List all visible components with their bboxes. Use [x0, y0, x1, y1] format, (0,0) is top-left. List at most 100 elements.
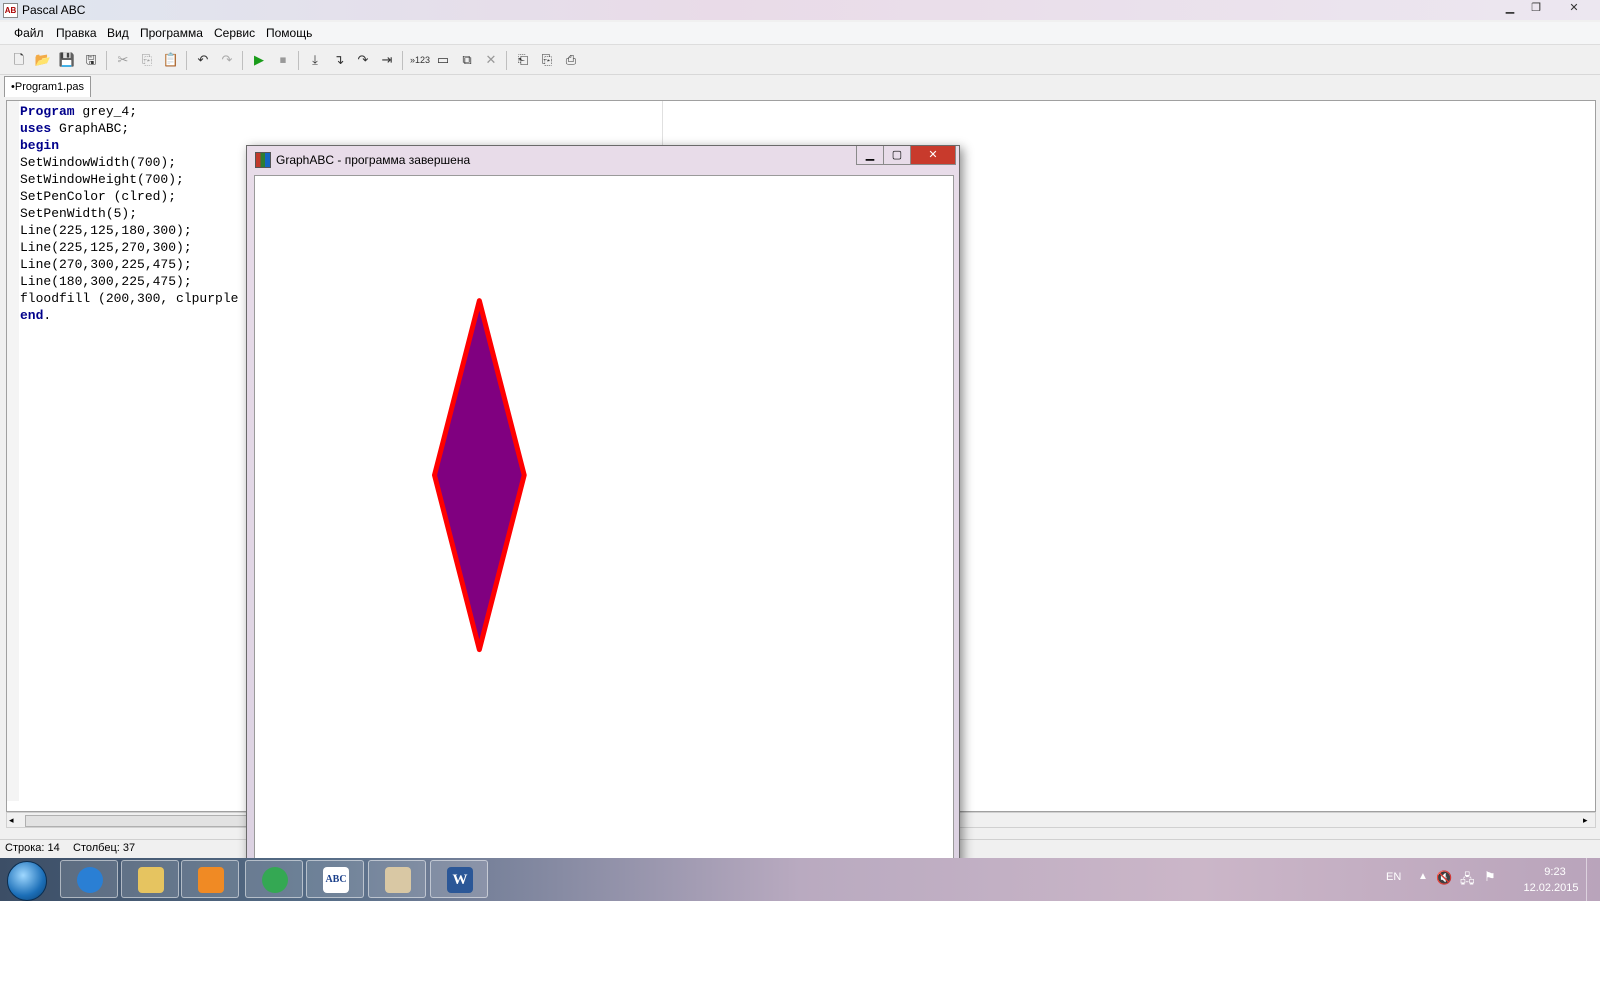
code-line[interactable]: begin [20, 137, 238, 154]
new-file-icon[interactable]: 🗋 [10, 51, 28, 69]
toolbar-separator [506, 51, 507, 70]
network-icon[interactable]: 🖧 [1460, 870, 1475, 892]
code-line[interactable]: Line(180,300,225,475); [20, 273, 238, 290]
code-line[interactable]: SetPenWidth(5); [20, 205, 238, 222]
toolbar-separator [298, 51, 299, 70]
code-text-segment: SetWindowHeight(700); [20, 172, 184, 187]
taskbar-button-explorer[interactable] [121, 860, 179, 898]
graph-minimize-button[interactable]: ▁ [856, 146, 884, 165]
clock-time[interactable]: 9:23 [1525, 866, 1585, 878]
media-player-icon [198, 867, 224, 893]
title-bar[interactable]: AB Pascal ABC ▁ ❐ ✕ [0, 0, 1600, 20]
clock-date[interactable]: 12.02.2015 [1511, 882, 1591, 894]
action-center-flag-icon[interactable]: ⚑ [1484, 869, 1496, 885]
status-row: Строка: 14 [5, 842, 60, 854]
graph-canvas [254, 175, 954, 875]
graph-window-title: GraphABC - программа завершена [276, 153, 471, 167]
code-text-segment: Line(180,300,225,475); [20, 274, 192, 289]
code-text[interactable]: Program grey_4; uses GraphABC; begin SetWin… [20, 103, 238, 324]
code-line[interactable]: SetWindowWidth(700); [20, 154, 238, 171]
pascal-abc-icon: ABC [323, 867, 349, 893]
redo-icon[interactable]: ↷ [218, 51, 236, 69]
undo-icon[interactable]: ↶ [194, 51, 212, 69]
menu-bar: Файл Правка Вид Программа Сервис Помощь [0, 22, 1600, 45]
scrollbar-thumb[interactable] [25, 815, 253, 827]
tab-program1[interactable]: •Program1.pas [4, 76, 91, 97]
file-tabs: •Program1.pas [0, 76, 1600, 98]
menu-file[interactable]: Файл [14, 26, 44, 40]
toolbar-separator [186, 51, 187, 70]
language-indicator[interactable]: EN [1386, 871, 1401, 883]
explorer-icon [138, 867, 164, 893]
paint-icon [385, 867, 411, 893]
window-title: Pascal ABC [22, 3, 86, 17]
menu-edit[interactable]: Правка [56, 26, 97, 40]
save-all-icon[interactable]: 🖫 [82, 51, 100, 69]
step-into-icon[interactable]: ⤓ [306, 51, 324, 69]
code-line[interactable]: Line(225,125,270,300); [20, 239, 238, 256]
graph-maximize-button[interactable]: ▢ [883, 146, 911, 165]
code-text-segment: floodfill (200,300, clpurple [20, 291, 239, 306]
compile-icon[interactable]: ⎘ [538, 51, 556, 69]
save-icon[interactable]: 💾 [58, 51, 76, 69]
maximize-button[interactable]: ❐ [1523, 0, 1549, 17]
stop-icon[interactable]: ⏹ [274, 51, 292, 69]
run-icon[interactable]: ▶ [250, 51, 268, 69]
taskbar-button-paint[interactable] [368, 860, 426, 898]
start-button[interactable] [7, 861, 47, 901]
filled-rhombus [431, 298, 527, 653]
code-line[interactable]: floodfill (200,300, clpurple [20, 290, 238, 307]
ie-icon [77, 867, 103, 893]
code-keyword: end [20, 308, 44, 323]
chrome-icon [262, 867, 288, 893]
code-text-segment: SetWindowWidth(700); [20, 155, 177, 170]
code-keyword: Program [20, 104, 75, 119]
step-out-icon[interactable]: ↷ [354, 51, 372, 69]
copy-icon[interactable]: ⎘ [138, 51, 156, 69]
volume-muted-icon[interactable]: 🔇 [1436, 870, 1452, 886]
code-line[interactable]: SetWindowHeight(700); [20, 171, 238, 188]
taskbar-button-ie[interactable] [60, 860, 118, 898]
code-line[interactable]: Line(270,300,225,475); [20, 256, 238, 273]
taskbar-button-pascal-abc[interactable]: ABC [306, 860, 364, 898]
code-text-segment: grey_4; [74, 104, 138, 119]
code-keyword: begin [20, 138, 60, 153]
graph-title-bar[interactable]: GraphABC - программа завершена ▁ ▢ ✕ [247, 146, 959, 173]
run-to-cursor-icon[interactable]: ⇥ [378, 51, 396, 69]
cut-icon[interactable]: ✂ [114, 51, 132, 69]
menu-view[interactable]: Вид [107, 26, 129, 40]
toolbar-separator [106, 51, 107, 70]
code-text-segment: SetPenWidth(5); [20, 206, 138, 221]
paste-icon[interactable]: 📋 [162, 51, 180, 69]
code-text-segment: Line(225,125,270,300); [20, 240, 192, 255]
code-line[interactable]: end. [20, 307, 238, 324]
menu-help[interactable]: Помощь [266, 26, 312, 40]
code-line[interactable]: Program grey_4; [20, 103, 238, 120]
taskbar-button-word[interactable]: W [430, 860, 488, 898]
graphabc-icon [255, 152, 271, 168]
taskbar-button-chrome[interactable] [245, 860, 303, 898]
taskbar-button-media-player[interactable] [181, 860, 239, 898]
format-code-icon[interactable]: ⎗ [514, 51, 532, 69]
graph-close-button[interactable]: ✕ [910, 146, 956, 165]
show-desktop-button[interactable] [1586, 858, 1600, 901]
code-line[interactable]: uses GraphABC; [20, 120, 238, 137]
code-line[interactable]: Line(225,125,180,300); [20, 222, 238, 239]
code-line[interactable]: SetPenColor (clred); [20, 188, 238, 205]
scroll-right-icon[interactable]: ▸ [1583, 813, 1588, 827]
windows-taskbar: ABC W EN ▲ 🔇 🖧 ⚑ 9:23 12.02.2015 [0, 858, 1600, 901]
scroll-left-icon[interactable]: ◂ [9, 813, 14, 827]
show-hidden-icons-icon[interactable]: ▲ [1418, 871, 1428, 882]
watch-icon[interactable]: »123 [410, 51, 430, 69]
clear-icon[interactable]: ✕ [482, 51, 500, 69]
menu-program[interactable]: Программа [140, 26, 203, 40]
minimize-button[interactable]: ▁ [1497, 0, 1523, 17]
close-button[interactable]: ✕ [1559, 0, 1589, 17]
open-file-icon[interactable]: 📂 [34, 51, 52, 69]
step-over-icon[interactable]: ↴ [330, 51, 348, 69]
toolbar: 🗋 📂 💾 🖫 ✂ ⎘ 📋 ↶ ↷ ▶ ⏹ ⤓ ↴ ↷ ⇥ »123 ▭ ⧉ ✕… [0, 48, 1600, 75]
debug-window-icon[interactable]: ⧉ [458, 51, 476, 69]
output-window-icon[interactable]: ▭ [434, 51, 452, 69]
rebuild-icon[interactable]: ⎙ [562, 51, 580, 69]
menu-service[interactable]: Сервис [214, 26, 255, 40]
